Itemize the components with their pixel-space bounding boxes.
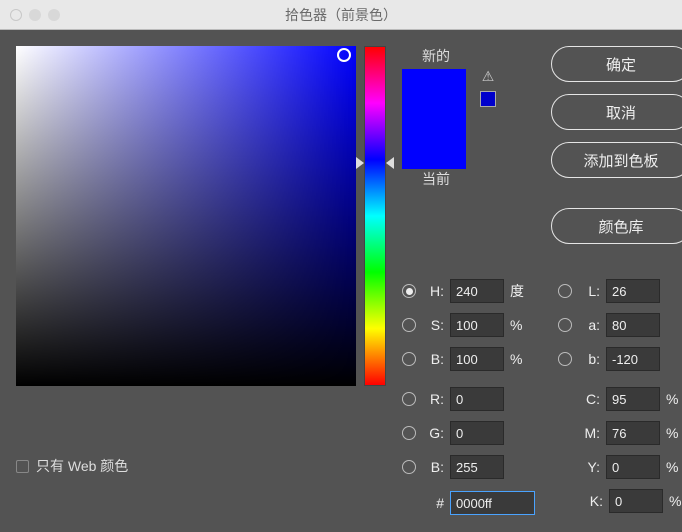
s-label: S: <box>422 317 444 333</box>
hue-column <box>364 46 386 520</box>
c-spacer <box>558 392 572 406</box>
h-input[interactable] <box>450 279 504 303</box>
b-input[interactable] <box>450 347 504 371</box>
preview-block: 新的 当前 <box>402 46 470 244</box>
lightness-radio[interactable] <box>558 284 572 298</box>
hex-input[interactable] <box>450 491 535 515</box>
c-input[interactable] <box>606 387 660 411</box>
l-label: L: <box>578 283 600 299</box>
k-spacer <box>561 494 575 508</box>
saturation-radio[interactable] <box>402 318 416 332</box>
c-label: C: <box>578 391 600 407</box>
y-input[interactable] <box>606 455 660 479</box>
y-spacer <box>558 460 572 474</box>
r-label: R: <box>422 391 444 407</box>
hue-arrow-right-icon <box>386 157 394 169</box>
brightness-radio[interactable] <box>402 352 416 366</box>
a-input[interactable] <box>606 313 660 337</box>
g-input[interactable] <box>450 421 504 445</box>
b-label: B: <box>422 351 444 367</box>
web-only-checkbox[interactable] <box>16 460 29 473</box>
saturation-value-area[interactable] <box>16 46 356 386</box>
new-label: 新的 <box>402 46 470 66</box>
k-label: K: <box>581 493 603 509</box>
s-input[interactable] <box>450 313 504 337</box>
bl-label: B: <box>422 459 444 475</box>
title-bar: 拾色器（前景色） <box>0 0 682 30</box>
cancel-button[interactable]: 取消 <box>551 94 682 130</box>
new-color-swatch[interactable] <box>402 69 466 119</box>
h-unit: 度 <box>510 281 532 301</box>
minimize-window-icon <box>29 9 41 21</box>
web-only-label: 只有 Web 颜色 <box>36 456 128 476</box>
color-libraries-button[interactable]: 颜色库 <box>551 208 682 244</box>
lab-b-radio[interactable] <box>558 352 572 366</box>
r-input[interactable] <box>450 387 504 411</box>
blue-radio[interactable] <box>402 460 416 474</box>
ok-button[interactable]: 确定 <box>551 46 682 82</box>
zoom-window-icon <box>48 9 60 21</box>
c-unit: % <box>666 391 682 407</box>
lab-b-label: b: <box>578 351 600 367</box>
s-unit: % <box>510 317 532 333</box>
y-label: Y: <box>578 459 600 475</box>
b-unit: % <box>510 351 532 367</box>
h-label: H: <box>422 283 444 299</box>
hue-radio[interactable] <box>402 284 416 298</box>
current-color-swatch[interactable] <box>402 119 466 169</box>
m-input[interactable] <box>606 421 660 445</box>
window-controls <box>10 9 60 21</box>
green-radio[interactable] <box>402 426 416 440</box>
g-label: G: <box>422 425 444 441</box>
warning-icon[interactable]: ⚠ <box>482 68 495 85</box>
web-only-row: 只有 Web 颜色 <box>16 456 356 476</box>
red-radio[interactable] <box>402 392 416 406</box>
hue-arrow-left-icon <box>356 157 364 169</box>
hue-slider[interactable] <box>364 46 386 386</box>
a-radio[interactable] <box>558 318 572 332</box>
m-unit: % <box>666 425 682 441</box>
window-title: 拾色器（前景色） <box>285 5 397 25</box>
y-unit: % <box>666 459 682 475</box>
hex-label: # <box>422 495 444 511</box>
bl-input[interactable] <box>450 455 504 479</box>
l-input[interactable] <box>606 279 660 303</box>
m-spacer <box>558 426 572 440</box>
m-label: M: <box>578 425 600 441</box>
current-label: 当前 <box>402 169 470 189</box>
k-input[interactable] <box>609 489 663 513</box>
hex-spacer <box>402 496 416 510</box>
add-swatch-button[interactable]: 添加到色板 <box>551 142 682 178</box>
a-label: a: <box>578 317 600 333</box>
k-unit: % <box>669 493 682 509</box>
sv-marker[interactable] <box>337 48 351 62</box>
warning-swatch[interactable] <box>480 91 496 107</box>
close-window-icon[interactable] <box>10 9 22 21</box>
lab-b-input[interactable] <box>606 347 660 371</box>
